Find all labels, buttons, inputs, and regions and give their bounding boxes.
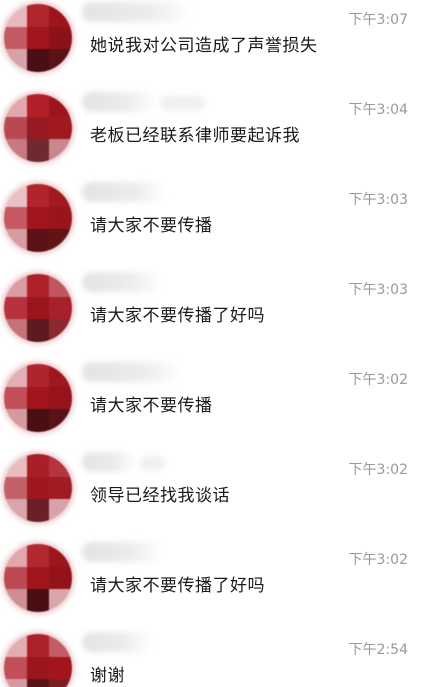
contact-name-blurred bbox=[82, 452, 137, 472]
chat-list-item[interactable]: 领导已经找我谈话 下午3:02 bbox=[0, 450, 422, 540]
message-preview: 她说我对公司造成了声誉损失 bbox=[90, 36, 318, 56]
chat-list: 她说我对公司造成了声誉损失 下午3:07 老板已经联系律师要起诉我 下午3:04 bbox=[0, 0, 422, 687]
message-preview: 请大家不要传播 bbox=[90, 216, 213, 236]
chat-list-item[interactable]: 请大家不要传播 下午3:02 bbox=[0, 360, 422, 450]
chat-list-item[interactable]: 请大家不要传播了好吗 下午3:03 bbox=[0, 270, 422, 360]
avatar[interactable] bbox=[4, 364, 72, 432]
avatar[interactable] bbox=[4, 634, 72, 687]
message-time: 下午3:02 bbox=[348, 462, 408, 478]
avatar[interactable] bbox=[4, 274, 72, 342]
message-preview: 谢谢 bbox=[90, 666, 125, 686]
contact-name-blurred bbox=[82, 92, 157, 112]
message-time: 下午3:03 bbox=[348, 192, 408, 208]
message-preview: 请大家不要传播 bbox=[90, 396, 213, 416]
message-time: 下午3:07 bbox=[348, 12, 408, 28]
message-time: 下午3:02 bbox=[348, 552, 408, 568]
chat-list-item[interactable]: 请大家不要传播 下午3:03 bbox=[0, 180, 422, 270]
avatar[interactable] bbox=[4, 454, 72, 522]
avatar[interactable] bbox=[4, 544, 72, 612]
avatar[interactable] bbox=[4, 94, 72, 162]
contact-name-blurred bbox=[140, 456, 165, 470]
contact-name-blurred bbox=[82, 632, 152, 652]
avatar[interactable] bbox=[4, 4, 72, 72]
chat-list-item[interactable]: 谢谢 下午2:54 bbox=[0, 630, 422, 687]
message-time: 下午3:02 bbox=[348, 372, 408, 388]
message-preview: 请大家不要传播了好吗 bbox=[90, 306, 265, 326]
chat-list-item[interactable]: 她说我对公司造成了声誉损失 下午3:07 bbox=[0, 0, 422, 90]
message-preview: 请大家不要传播了好吗 bbox=[90, 576, 265, 596]
contact-name-blurred bbox=[82, 272, 162, 292]
message-time: 下午2:54 bbox=[348, 642, 408, 658]
message-preview: 老板已经联系律师要起诉我 bbox=[90, 126, 300, 146]
contact-name-blurred bbox=[82, 362, 182, 382]
chat-list-item[interactable]: 请大家不要传播了好吗 下午3:02 bbox=[0, 540, 422, 630]
chat-list-item[interactable]: 老板已经联系律师要起诉我 下午3:04 bbox=[0, 90, 422, 180]
message-time: 下午3:04 bbox=[348, 102, 408, 118]
contact-name-blurred bbox=[82, 2, 192, 22]
avatar[interactable] bbox=[4, 184, 72, 252]
contact-name-blurred bbox=[160, 96, 205, 110]
message-time: 下午3:03 bbox=[348, 282, 408, 298]
contact-name-blurred bbox=[82, 182, 167, 202]
message-preview: 领导已经找我谈话 bbox=[90, 486, 230, 506]
contact-name-blurred bbox=[82, 542, 162, 562]
